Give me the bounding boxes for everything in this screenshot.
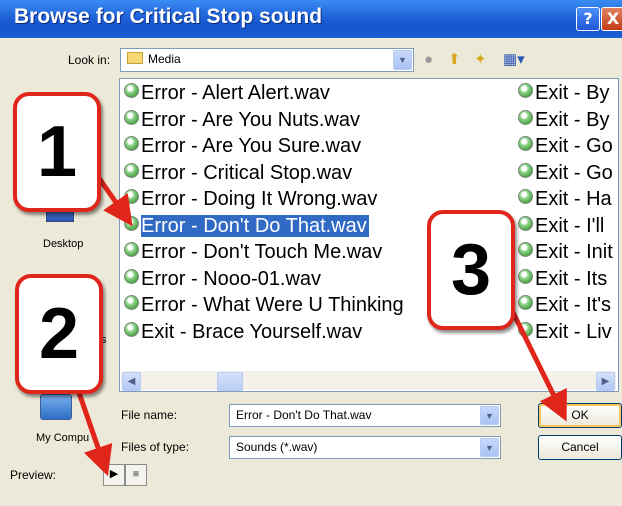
- callout-2: 2: [15, 274, 103, 394]
- callout-3: 3: [427, 210, 515, 330]
- callout-arrows: [73, 166, 567, 477]
- callout-1: 1: [13, 92, 101, 212]
- arrow-2: [73, 383, 113, 477]
- browse-dialog: Browse for Critical Stop sound ? X Look …: [0, 0, 622, 506]
